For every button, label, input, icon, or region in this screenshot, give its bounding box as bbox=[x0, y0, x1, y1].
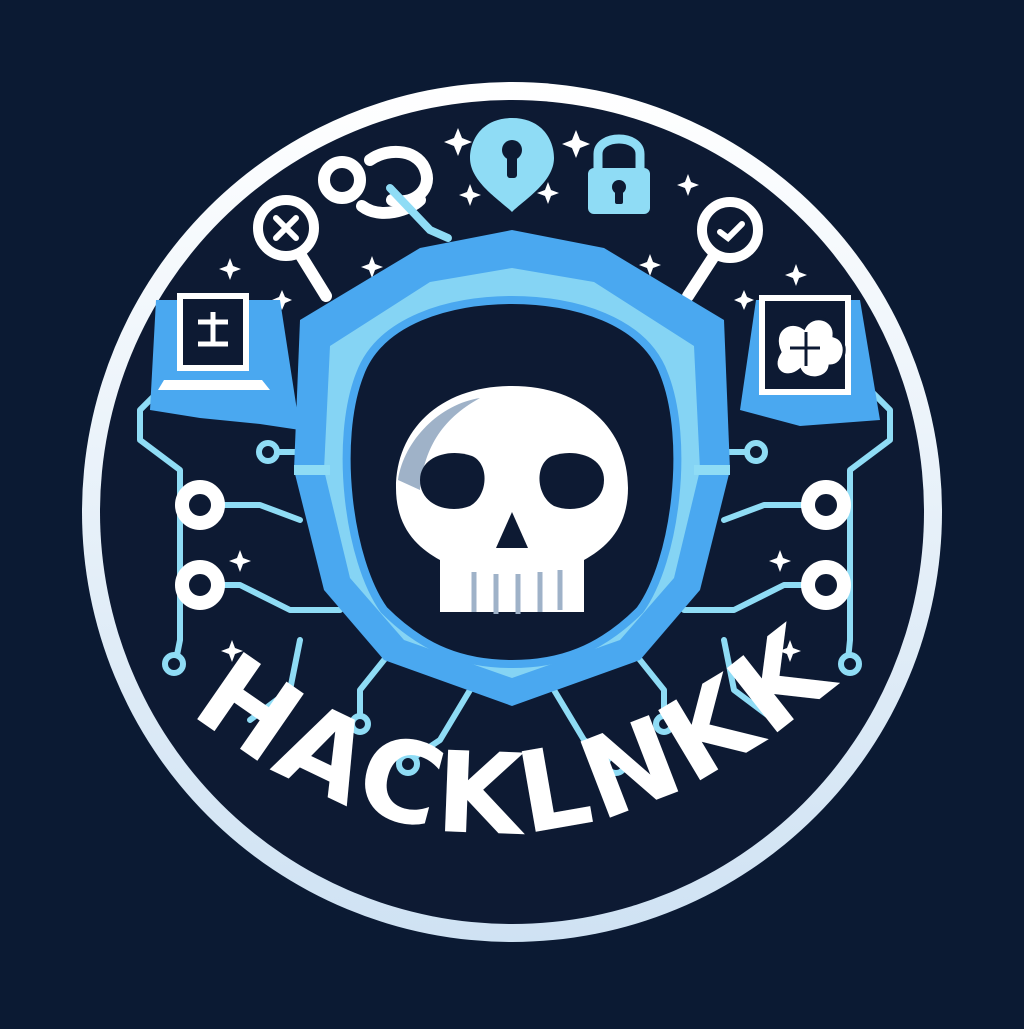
hacklnkk-logo: HACKLNKK bbox=[0, 0, 1024, 1024]
circuit-node-icon bbox=[256, 440, 280, 464]
logo-canvas: HACKLNKK bbox=[0, 0, 1024, 1024]
circuit-node-icon bbox=[744, 440, 768, 464]
circuit-node-icon bbox=[838, 652, 862, 676]
circuit-node-icon bbox=[162, 652, 186, 676]
circuit-node-icon bbox=[175, 560, 225, 610]
laptop-icon bbox=[150, 293, 300, 430]
circuit-node-icon bbox=[175, 480, 225, 530]
brain-monitor-icon bbox=[740, 295, 880, 426]
circuit-node-icon bbox=[801, 480, 851, 530]
circuit-node-icon bbox=[801, 560, 851, 610]
